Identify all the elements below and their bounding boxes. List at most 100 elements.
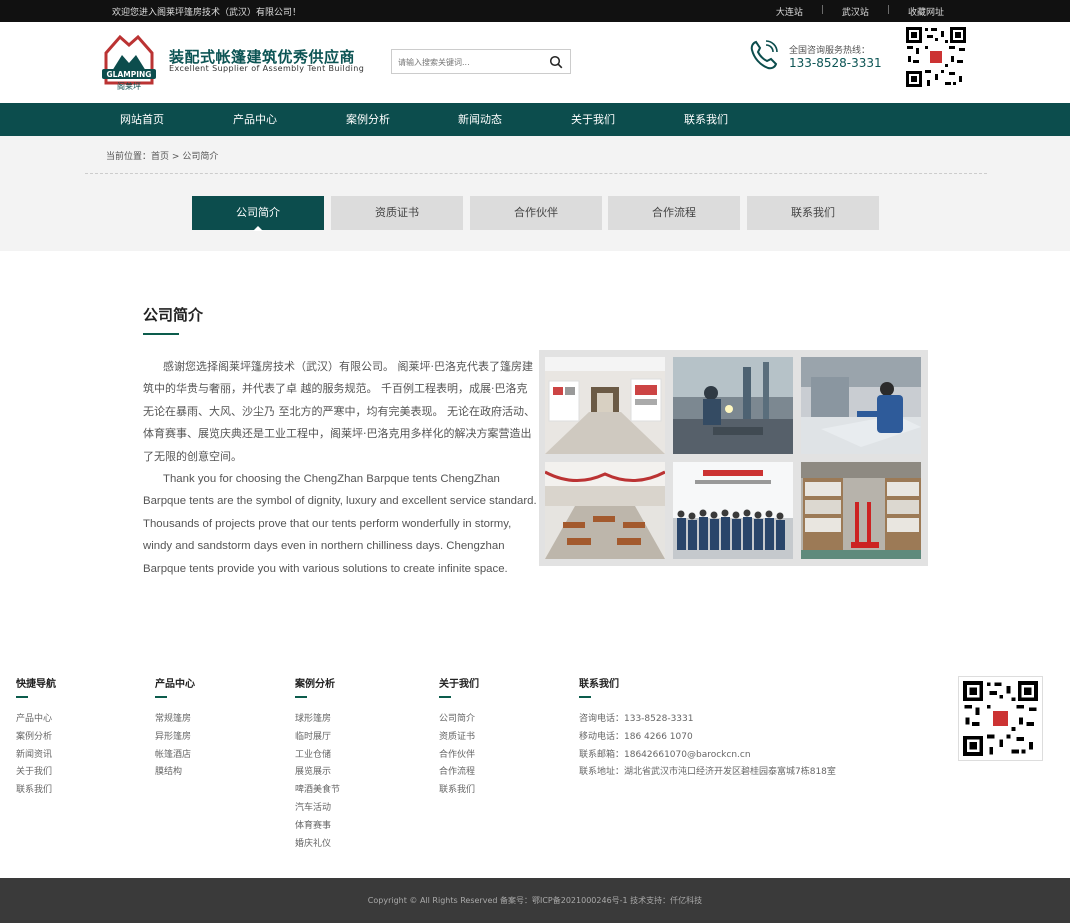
footer-link[interactable]: 工业仓储 xyxy=(295,747,340,765)
footer-link[interactable]: 临时展厅 xyxy=(295,729,340,747)
footer-col-about: 关于我们 公司简介 资质证书 合作伙伴 合作流程 联系我们 xyxy=(439,675,479,800)
link-bookmark[interactable]: 收藏网址 xyxy=(908,5,944,18)
footer-link[interactable]: 常规篷房 xyxy=(155,711,195,729)
nav-products[interactable]: 产品中心 xyxy=(233,103,277,136)
footer-col-title: 案例分析 xyxy=(295,679,335,690)
logo-subtext: 阁莱坪 xyxy=(117,81,141,91)
nav-about[interactable]: 关于我们 xyxy=(571,103,615,136)
intro-text: 感谢您选择阁莱坪篷房技术（武汉）有限公司。 阁莱坪·巴洛克代表了篷房建筑中的华贵… xyxy=(143,356,538,580)
active-indicator xyxy=(253,226,263,231)
header: GLAMPING 阁莱坪 装配式帐篷建筑优秀供应商 Excellent Supp… xyxy=(0,22,1070,103)
footer-col-title: 联系我们 xyxy=(579,679,619,690)
link-dalian[interactable]: 大连站 xyxy=(776,5,803,18)
qr-code-icon xyxy=(962,680,1039,757)
footer-col-title: 产品中心 xyxy=(155,679,195,690)
logo-text: GLAMPING xyxy=(107,70,152,79)
breadcrumb-sep: > xyxy=(171,152,180,162)
company-logo[interactable]: GLAMPING 阁莱坪 xyxy=(100,31,158,93)
section-underline xyxy=(143,333,179,335)
tab-contact[interactable]: 联系我们 xyxy=(747,196,879,230)
breadcrumb-current: 公司简介 xyxy=(182,152,219,162)
footer-contact-address: 联系地址：湖北省武汉市沌口经济开发区碧桂园泰富城7栋818室 xyxy=(579,767,836,778)
footer-col-title: 快捷导航 xyxy=(16,679,56,690)
footer-link[interactable]: 合作伙伴 xyxy=(439,747,479,765)
phone-icon xyxy=(750,40,778,70)
tab-certificates[interactable]: 资质证书 xyxy=(331,196,463,230)
divider: | xyxy=(886,5,890,15)
intro-paragraph-cn: 感谢您选择阁莱坪篷房技术（武汉）有限公司。 阁莱坪·巴洛克代表了篷房建筑中的华贵… xyxy=(143,360,535,463)
search-input[interactable] xyxy=(392,51,542,74)
footer-link[interactable]: 联系我们 xyxy=(16,782,56,800)
footer-link[interactable]: 体育赛事 xyxy=(295,818,340,836)
footer-link[interactable]: 帐篷酒店 xyxy=(155,747,195,765)
footer-col-cases: 案例分析 球形篷房 临时展厅 工业仓储 展览展示 啤酒美食节 汽车活动 体育赛事… xyxy=(295,675,340,853)
nav-home[interactable]: 网站首页 xyxy=(120,103,164,136)
hotline-number[interactable]: 133-8528-3331 xyxy=(789,56,882,70)
link-wuhan[interactable]: 武汉站 xyxy=(842,5,869,18)
tab-process[interactable]: 合作流程 xyxy=(608,196,740,230)
footer-col-underline xyxy=(295,696,307,698)
footer-link[interactable]: 合作流程 xyxy=(439,764,479,782)
footer-qr-code xyxy=(958,676,1043,761)
tab-label: 资质证书 xyxy=(375,206,419,219)
brand-slogan-en: Excellent Supplier of Assembly Tent Buil… xyxy=(169,64,365,73)
footer-link[interactable]: 新闻资讯 xyxy=(16,747,56,765)
footer-link[interactable]: 异形篷房 xyxy=(155,729,195,747)
tab-company-profile[interactable]: 公司简介 xyxy=(192,196,324,231)
footer-link[interactable]: 公司简介 xyxy=(439,711,479,729)
divider xyxy=(85,173,987,174)
photo-gallery xyxy=(539,350,928,566)
breadcrumb-prefix: 当前位置： xyxy=(106,152,152,162)
photo-team xyxy=(673,462,793,559)
footer-col-quicknav: 快捷导航 产品中心 案例分析 新闻资讯 关于我们 联系我们 xyxy=(16,675,56,800)
footer-contact-email: 联系邮箱：18642661070@barockcn.cn xyxy=(579,749,751,760)
footer-link[interactable]: 展览展示 xyxy=(295,764,340,782)
breadcrumb-home[interactable]: 首页 xyxy=(151,152,169,162)
subpage-band: 当前位置：首页 > 公司简介 公司简介 资质证书 合作伙伴 合作流程 联系我们 xyxy=(0,136,1070,251)
divider: | xyxy=(820,5,824,15)
footer-link[interactable]: 汽车活动 xyxy=(295,800,340,818)
footer-link[interactable]: 球形篷房 xyxy=(295,711,340,729)
tab-label: 合作伙伴 xyxy=(514,206,558,219)
nav-cases[interactable]: 案例分析 xyxy=(346,103,390,136)
nav-news[interactable]: 新闻动态 xyxy=(458,103,502,136)
photo-warehouse xyxy=(801,462,921,559)
footer-col-underline xyxy=(16,696,28,698)
photo-worker xyxy=(801,357,921,454)
nav-contact[interactable]: 联系我们 xyxy=(684,103,728,136)
top-bar: 欢迎您进入阁莱坪篷房技术（武汉）有限公司！ 大连站 | 武汉站 | 收藏网址 xyxy=(0,0,1070,22)
footer-link[interactable]: 联系我们 xyxy=(439,782,479,800)
photo-hallway xyxy=(545,357,665,454)
footer-link[interactable]: 膜结构 xyxy=(155,764,195,782)
footer-link[interactable]: 啤酒美食节 xyxy=(295,782,340,800)
footer-contact-mobile: 移动电话：186 4266 1070 xyxy=(579,731,693,742)
footer-col-title: 关于我们 xyxy=(439,679,479,690)
footer-col-products: 产品中心 常规篷房 异形篷房 帐篷酒店 膜结构 xyxy=(155,675,195,782)
intro-paragraph-en: Thank you for choosing the ChengZhan Bar… xyxy=(143,473,537,575)
footer-link[interactable]: 婚庆礼仪 xyxy=(295,836,340,854)
search-box xyxy=(391,49,571,74)
footer-col-underline xyxy=(579,696,591,698)
breadcrumb: 当前位置：首页 > 公司简介 xyxy=(106,149,218,162)
footer-link[interactable]: 产品中心 xyxy=(16,711,56,729)
footer-link[interactable]: 案例分析 xyxy=(16,729,56,747)
photo-canteen xyxy=(545,462,665,559)
top-links: 大连站 | 武汉站 | 收藏网址 xyxy=(776,5,944,18)
section-title: 公司简介 xyxy=(143,306,204,324)
copyright-text: Copyright © All Rights Reserved 备案号：鄂ICP… xyxy=(367,896,703,905)
footer-col-contact: 联系我们 咨询电话：133-8528-3331 移动电话：186 4266 10… xyxy=(579,675,836,782)
tab-label: 公司简介 xyxy=(236,206,280,219)
main-nav: 网站首页 产品中心 案例分析 新闻动态 关于我们 联系我们 xyxy=(0,103,1070,136)
photo-welding xyxy=(673,357,793,454)
tab-partners[interactable]: 合作伙伴 xyxy=(470,196,602,230)
search-icon[interactable] xyxy=(549,55,563,69)
footer-col-underline xyxy=(439,696,451,698)
footer-link[interactable]: 关于我们 xyxy=(16,764,56,782)
hotline-label: 全国咨询服务热线： xyxy=(789,46,871,56)
copyright-bar: Copyright © All Rights Reserved 备案号：鄂ICP… xyxy=(0,878,1070,923)
footer-contact-phone: 咨询电话：133-8528-3331 xyxy=(579,714,694,724)
welcome-text: 欢迎您进入阁莱坪篷房技术（武汉）有限公司！ xyxy=(112,8,302,18)
tab-label: 联系我们 xyxy=(791,206,835,219)
qr-code-icon xyxy=(905,26,967,88)
footer-link[interactable]: 资质证书 xyxy=(439,729,479,747)
